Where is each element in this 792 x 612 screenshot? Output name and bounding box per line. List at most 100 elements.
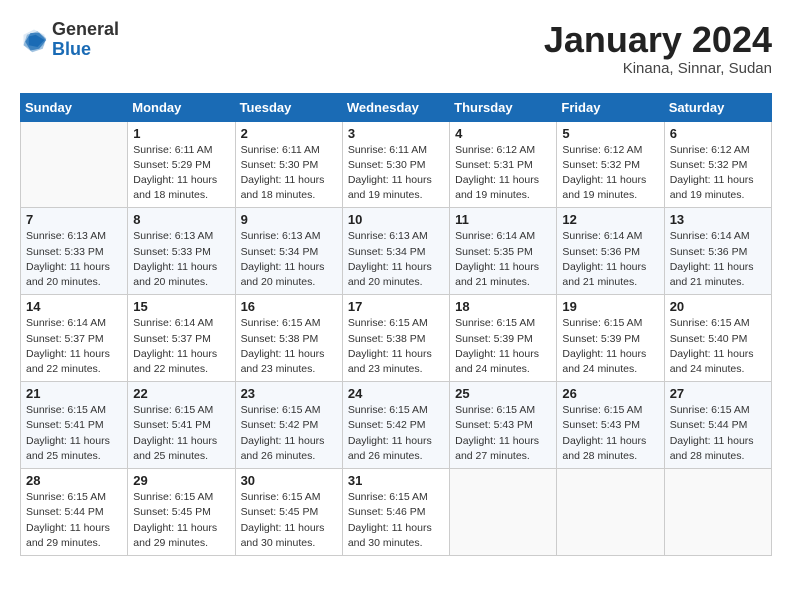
day-info: Sunrise: 6:15 AMSunset: 5:39 PMDaylight:…: [455, 316, 551, 377]
day-number: 31: [348, 473, 444, 488]
calendar-cell: [21, 121, 128, 208]
weekday-header: Monday: [128, 93, 235, 121]
logo-general: General: [52, 20, 119, 40]
logo: General Blue: [20, 20, 119, 60]
day-number: 20: [670, 299, 766, 314]
calendar-week-row: 1Sunrise: 6:11 AMSunset: 5:29 PMDaylight…: [21, 121, 772, 208]
calendar-week-row: 7 Sunrise: 6:13 AMSunset: 5:33 PMDaylight…: [21, 208, 772, 295]
day-number: 23: [241, 386, 337, 401]
weekday-header: Wednesday: [342, 93, 449, 121]
day-info: Sunrise: 6:15 AMSunset: 5:42 PMDaylight:…: [348, 403, 444, 464]
day-info: Sunrise: 6:15 AMSunset: 5:46 PMDaylight:…: [348, 490, 444, 551]
calendar-cell: 16 Sunrise: 6:15 AMSunset: 5:38 PMDayligh…: [235, 295, 342, 382]
day-info: Sunrise: 6:11 AMSunset: 5:30 PMDaylight:…: [348, 143, 444, 204]
day-info: Sunrise: 6:14 AMSunset: 5:37 PMDaylight:…: [133, 316, 229, 377]
calendar-cell: 24 Sunrise: 6:15 AMSunset: 5:42 PMDayligh…: [342, 382, 449, 469]
day-number: 21: [26, 386, 122, 401]
day-number: 3: [348, 126, 444, 141]
weekday-header: Friday: [557, 93, 664, 121]
day-info: Sunrise: 6:13 AMSunset: 5:33 PMDaylight:…: [26, 229, 122, 290]
weekday-header: Saturday: [664, 93, 771, 121]
calendar-cell: 20 Sunrise: 6:15 AMSunset: 5:40 PMDayligh…: [664, 295, 771, 382]
calendar-cell: 13 Sunrise: 6:14 AMSunset: 5:36 PMDayligh…: [664, 208, 771, 295]
title-block: January 2024 Kinana, Sinnar, Sudan: [544, 20, 772, 77]
day-number: 1: [133, 126, 229, 141]
calendar-cell: 6 Sunrise: 6:12 AMSunset: 5:32 PMDaylight…: [664, 121, 771, 208]
calendar-cell: 25 Sunrise: 6:15 AMSunset: 5:43 PMDayligh…: [450, 382, 557, 469]
day-number: 8: [133, 212, 229, 227]
day-number: 18: [455, 299, 551, 314]
day-info: Sunrise: 6:15 AMSunset: 5:41 PMDaylight:…: [133, 403, 229, 464]
day-info: Sunrise: 6:13 AMSunset: 5:34 PMDaylight:…: [241, 229, 337, 290]
day-number: 5: [562, 126, 658, 141]
day-number: 25: [455, 386, 551, 401]
day-info: Sunrise: 6:15 AMSunset: 5:38 PMDaylight:…: [241, 316, 337, 377]
month-title: January 2024: [544, 20, 772, 60]
day-info: Sunrise: 6:15 AMSunset: 5:40 PMDaylight:…: [670, 316, 766, 377]
day-number: 10: [348, 212, 444, 227]
calendar-cell: 19Sunrise: 6:15 AMSunset: 5:39 PMDayligh…: [557, 295, 664, 382]
day-info: Sunrise: 6:15 AMSunset: 5:43 PMDaylight:…: [562, 403, 658, 464]
calendar-cell: 31 Sunrise: 6:15 AMSunset: 5:46 PMDayligh…: [342, 469, 449, 556]
day-info: Sunrise: 6:14 AMSunset: 5:35 PMDaylight:…: [455, 229, 551, 290]
calendar-header-row: SundayMondayTuesdayWednesdayThursdayFrid…: [21, 93, 772, 121]
calendar-cell: 15 Sunrise: 6:14 AMSunset: 5:37 PMDayligh…: [128, 295, 235, 382]
day-info: Sunrise: 6:13 AMSunset: 5:34 PMDaylight:…: [348, 229, 444, 290]
day-info: Sunrise: 6:12 AMSunset: 5:32 PMDaylight:…: [562, 143, 658, 204]
day-number: 2: [241, 126, 337, 141]
day-number: 30: [241, 473, 337, 488]
day-number: 26: [562, 386, 658, 401]
calendar-cell: 12Sunrise: 6:14 AMSunset: 5:36 PMDayligh…: [557, 208, 664, 295]
day-number: 17: [348, 299, 444, 314]
location: Kinana, Sinnar, Sudan: [544, 60, 772, 77]
day-info: Sunrise: 6:15 AMSunset: 5:42 PMDaylight:…: [241, 403, 337, 464]
day-info: Sunrise: 6:14 AMSunset: 5:36 PMDaylight:…: [670, 229, 766, 290]
calendar-cell: 5 Sunrise: 6:12 AMSunset: 5:32 PMDaylight…: [557, 121, 664, 208]
day-info: Sunrise: 6:15 AMSunset: 5:44 PMDaylight:…: [26, 490, 122, 551]
calendar-cell: [557, 469, 664, 556]
calendar-cell: 2 Sunrise: 6:11 AMSunset: 5:30 PMDaylight…: [235, 121, 342, 208]
calendar-week-row: 28Sunrise: 6:15 AMSunset: 5:44 PMDayligh…: [21, 469, 772, 556]
calendar-cell: [450, 469, 557, 556]
calendar-cell: 8 Sunrise: 6:13 AMSunset: 5:33 PMDaylight…: [128, 208, 235, 295]
day-number: 24: [348, 386, 444, 401]
calendar-cell: 26 Sunrise: 6:15 AMSunset: 5:43 PMDayligh…: [557, 382, 664, 469]
day-number: 16: [241, 299, 337, 314]
day-number: 12: [562, 212, 658, 227]
calendar-cell: 4 Sunrise: 6:12 AMSunset: 5:31 PMDaylight…: [450, 121, 557, 208]
calendar-cell: 9Sunrise: 6:13 AMSunset: 5:34 PMDaylight…: [235, 208, 342, 295]
day-info: Sunrise: 6:11 AMSunset: 5:30 PMDaylight:…: [241, 143, 337, 204]
calendar-cell: 17Sunrise: 6:15 AMSunset: 5:38 PMDayligh…: [342, 295, 449, 382]
day-number: 13: [670, 212, 766, 227]
calendar-cell: 28Sunrise: 6:15 AMSunset: 5:44 PMDayligh…: [21, 469, 128, 556]
calendar-cell: 22Sunrise: 6:15 AMSunset: 5:41 PMDayligh…: [128, 382, 235, 469]
day-info: Sunrise: 6:12 AMSunset: 5:31 PMDaylight:…: [455, 143, 551, 204]
calendar-cell: 30Sunrise: 6:15 AMSunset: 5:45 PMDayligh…: [235, 469, 342, 556]
calendar-cell: 7 Sunrise: 6:13 AMSunset: 5:33 PMDaylight…: [21, 208, 128, 295]
calendar-cell: 14 Sunrise: 6:14 AMSunset: 5:37 PMDayligh…: [21, 295, 128, 382]
day-number: 14: [26, 299, 122, 314]
day-info: Sunrise: 6:12 AMSunset: 5:32 PMDaylight:…: [670, 143, 766, 204]
day-number: 6: [670, 126, 766, 141]
calendar-cell: 3 Sunrise: 6:11 AMSunset: 5:30 PMDaylight…: [342, 121, 449, 208]
day-info: Sunrise: 6:13 AMSunset: 5:33 PMDaylight:…: [133, 229, 229, 290]
logo-icon: [20, 26, 48, 54]
day-number: 7: [26, 212, 122, 227]
day-number: 4: [455, 126, 551, 141]
calendar-week-row: 14 Sunrise: 6:14 AMSunset: 5:37 PMDayligh…: [21, 295, 772, 382]
day-info: Sunrise: 6:14 AMSunset: 5:37 PMDaylight:…: [26, 316, 122, 377]
calendar-cell: 21Sunrise: 6:15 AMSunset: 5:41 PMDayligh…: [21, 382, 128, 469]
calendar-cell: 23 Sunrise: 6:15 AMSunset: 5:42 PMDayligh…: [235, 382, 342, 469]
day-number: 11: [455, 212, 551, 227]
day-number: 15: [133, 299, 229, 314]
day-info: Sunrise: 6:15 AMSunset: 5:44 PMDaylight:…: [670, 403, 766, 464]
calendar-cell: 27Sunrise: 6:15 AMSunset: 5:44 PMDayligh…: [664, 382, 771, 469]
calendar-week-row: 21 Sunrise: 6:15 AMSunset: 5:41 PMDayligh…: [21, 382, 772, 469]
day-info: Sunrise: 6:15 AMSunset: 5:45 PMDaylight:…: [133, 490, 229, 551]
logo-text: General Blue: [52, 20, 119, 60]
day-info: Sunrise: 6:15 AMSunset: 5:43 PMDaylight:…: [455, 403, 551, 464]
calendar-cell: 18 Sunrise: 6:15 AMSunset: 5:39 PMDayligh…: [450, 295, 557, 382]
weekday-header: Thursday: [450, 93, 557, 121]
calendar-cell: 11 Sunrise: 6:14 AMSunset: 5:35 PMDayligh…: [450, 208, 557, 295]
calendar-cell: 29Sunrise: 6:15 AMSunset: 5:45 PMDayligh…: [128, 469, 235, 556]
